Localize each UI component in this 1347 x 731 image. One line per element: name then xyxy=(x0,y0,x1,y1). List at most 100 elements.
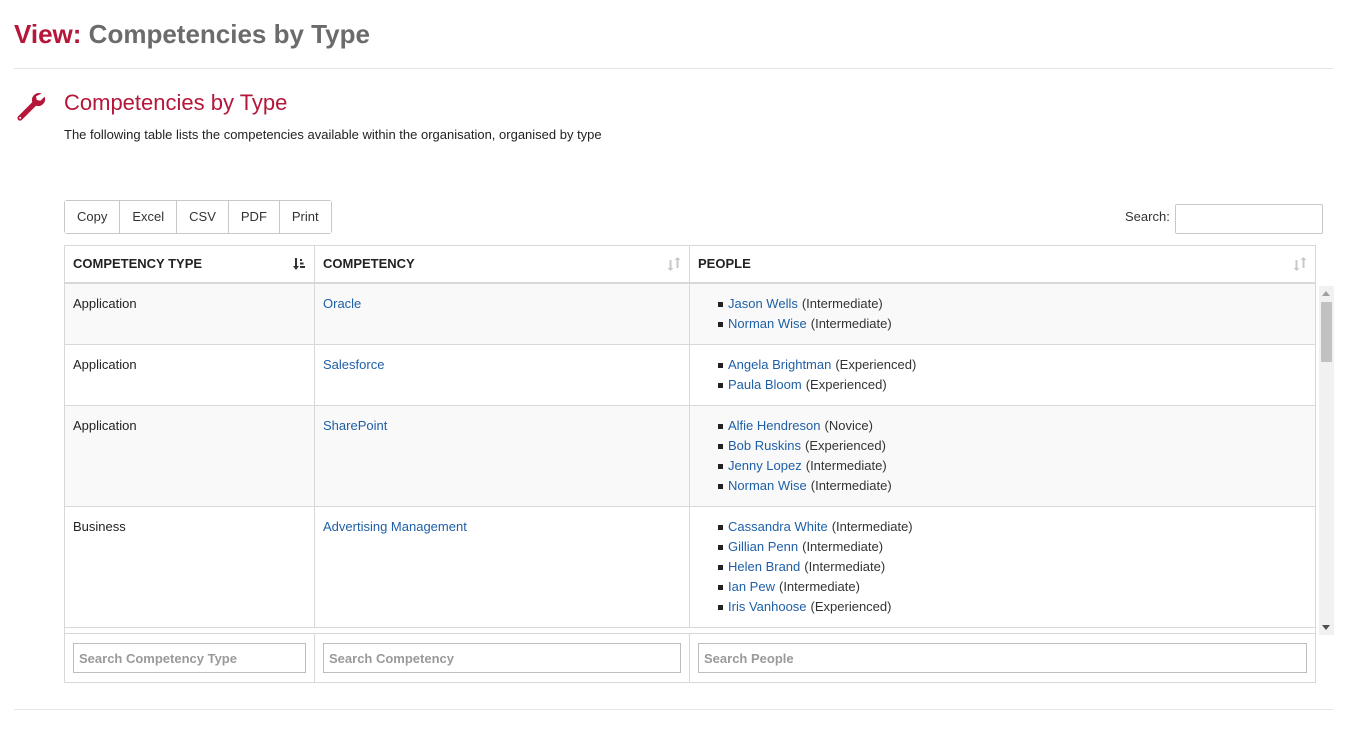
person-level: (Experienced) xyxy=(835,357,917,372)
search-label: Search: xyxy=(1125,209,1170,224)
competencies-table: COMPETENCY TYPE COMPETENCY PEOPLE Applic… xyxy=(64,245,1334,683)
cell-competency-type: Application xyxy=(65,406,315,506)
person-level: (Intermediate) xyxy=(802,539,884,554)
people-list: Jason Wells (Intermediate) Norman Wise (In… xyxy=(698,294,1307,334)
competency-link[interactable]: SharePoint xyxy=(323,418,387,433)
person-link[interactable]: Cassandra White xyxy=(728,519,828,534)
cell-competency: Oracle xyxy=(315,284,690,344)
cell-people: Alfie Hendreson (Novice) Bob Ruskins (Expe… xyxy=(690,406,1315,506)
competency-link[interactable]: Salesforce xyxy=(323,357,384,372)
person-link[interactable]: Angela Brightman xyxy=(728,357,831,372)
person-link[interactable]: Helen Brand xyxy=(728,559,800,574)
sort-both-icon xyxy=(1293,257,1307,271)
page-title-name: Competencies by Type xyxy=(88,19,370,49)
list-item: Jenny Lopez (Intermediate) xyxy=(712,456,1307,476)
list-item: Norman Wise (Intermediate) xyxy=(712,314,1307,334)
person-link[interactable]: Alfie Hendreson xyxy=(728,418,821,433)
person-link[interactable]: Norman Wise xyxy=(728,478,807,493)
column-header-people[interactable]: PEOPLE xyxy=(690,246,1315,282)
person-level: (Intermediate) xyxy=(810,316,892,331)
scroll-down-arrow-icon[interactable] xyxy=(1322,625,1330,630)
cell-people: Angela Brightman (Experienced) Paula Bloo… xyxy=(690,345,1315,405)
person-level: (Intermediate) xyxy=(804,559,886,574)
person-link[interactable]: Norman Wise xyxy=(728,316,807,331)
person-link[interactable]: Gillian Penn xyxy=(728,539,798,554)
list-item: Angela Brightman (Experienced) xyxy=(712,355,1307,375)
person-link[interactable]: Bob Ruskins xyxy=(728,438,801,453)
competency-link[interactable]: Advertising Management xyxy=(323,519,467,534)
competency-link[interactable]: Oracle xyxy=(323,296,361,311)
list-item: Ian Pew (Intermediate) xyxy=(712,577,1307,597)
person-link[interactable]: Iris Vanhoose xyxy=(728,599,807,614)
cell-people: Jason Wells (Intermediate) Norman Wise (In… xyxy=(690,284,1315,344)
page-title: View: Competencies by Type xyxy=(14,16,370,52)
person-level: (Novice) xyxy=(824,418,873,433)
list-item: Alfie Hendreson (Novice) xyxy=(712,416,1307,436)
person-level: (Intermediate) xyxy=(831,519,913,534)
list-item: Norman Wise (Intermediate) xyxy=(712,476,1307,496)
footer-divider xyxy=(14,709,1333,710)
person-level: (Experienced) xyxy=(804,438,886,453)
section-title: Competencies by Type xyxy=(64,90,288,115)
search-competency-input[interactable] xyxy=(323,643,681,673)
list-item: Gillian Penn (Intermediate) xyxy=(712,537,1307,557)
column-header-competency-type[interactable]: COMPETENCY TYPE xyxy=(65,246,315,282)
scroll-up-arrow-icon[interactable] xyxy=(1322,291,1330,296)
export-button-group: Copy Excel CSV PDF Print xyxy=(64,200,332,234)
header-divider xyxy=(14,68,1333,69)
sort-both-icon xyxy=(667,257,681,271)
scrollbar-thumb[interactable] xyxy=(1321,302,1332,362)
csv-button[interactable]: CSV xyxy=(177,201,229,233)
list-item: Jason Wells (Intermediate) xyxy=(712,294,1307,314)
list-item: Paula Bloom (Experienced) xyxy=(712,375,1307,395)
column-header-label: PEOPLE xyxy=(698,256,751,271)
people-list: Angela Brightman (Experienced) Paula Bloo… xyxy=(698,355,1307,395)
cell-people: Cassandra White (Intermediate) Gillian Pe… xyxy=(690,507,1315,627)
cell-competency: SharePoint xyxy=(315,406,690,506)
person-link[interactable]: Jason Wells xyxy=(728,296,798,311)
person-level: (Intermediate) xyxy=(805,458,887,473)
table-footer-filters xyxy=(65,633,1315,682)
column-header-label: COMPETENCY xyxy=(323,256,415,271)
cell-competency-type: Application xyxy=(65,284,315,344)
column-header-label: COMPETENCY TYPE xyxy=(73,256,203,271)
person-level: (Experienced) xyxy=(805,377,887,392)
column-header-competency[interactable]: COMPETENCY xyxy=(315,246,690,282)
section-description: The following table lists the competenci… xyxy=(64,127,602,142)
copy-button[interactable]: Copy xyxy=(65,201,121,233)
wrench-icon xyxy=(17,93,46,121)
cell-competency: Salesforce xyxy=(315,345,690,405)
person-level: (Intermediate) xyxy=(801,296,883,311)
pdf-button[interactable]: PDF xyxy=(228,201,280,233)
filter-cell xyxy=(65,634,315,682)
person-level: (Intermediate) xyxy=(778,579,860,594)
filter-cell xyxy=(315,634,690,682)
cell-competency-type: Application xyxy=(65,345,315,405)
table-row: Business Advertising Management Cassandr… xyxy=(65,507,1315,628)
page-title-prefix: View: xyxy=(14,19,82,49)
table-row: Application Oracle Jason Wells (Intermedi… xyxy=(65,284,1315,345)
search-competency-type-input[interactable] xyxy=(73,643,306,673)
cell-competency: Advertising Management xyxy=(315,507,690,627)
list-item: Iris Vanhoose (Experienced) xyxy=(712,597,1307,617)
cell-competency-type: Business xyxy=(65,507,315,627)
sort-ascending-icon xyxy=(293,258,305,270)
person-link[interactable]: Ian Pew xyxy=(728,579,775,594)
list-item: Cassandra White (Intermediate) xyxy=(712,517,1307,537)
person-link[interactable]: Jenny Lopez xyxy=(728,458,802,473)
person-level: (Experienced) xyxy=(810,599,892,614)
search-input[interactable] xyxy=(1175,204,1323,234)
table-header: COMPETENCY TYPE COMPETENCY PEOPLE xyxy=(65,246,1315,284)
table-scrollbar[interactable] xyxy=(1319,286,1334,635)
filter-cell xyxy=(690,634,1315,682)
list-item: Bob Ruskins (Experienced) xyxy=(712,436,1307,456)
person-level: (Intermediate) xyxy=(810,478,892,493)
people-list: Cassandra White (Intermediate) Gillian Pe… xyxy=(698,517,1307,617)
table-body: Application Oracle Jason Wells (Intermedi… xyxy=(65,284,1315,633)
print-button[interactable]: Print xyxy=(279,201,331,233)
excel-button[interactable]: Excel xyxy=(120,201,178,233)
list-item: Helen Brand (Intermediate) xyxy=(712,557,1307,577)
person-link[interactable]: Paula Bloom xyxy=(728,377,802,392)
table-row: Application Salesforce Angela Brightman (… xyxy=(65,345,1315,406)
search-people-input[interactable] xyxy=(698,643,1307,673)
